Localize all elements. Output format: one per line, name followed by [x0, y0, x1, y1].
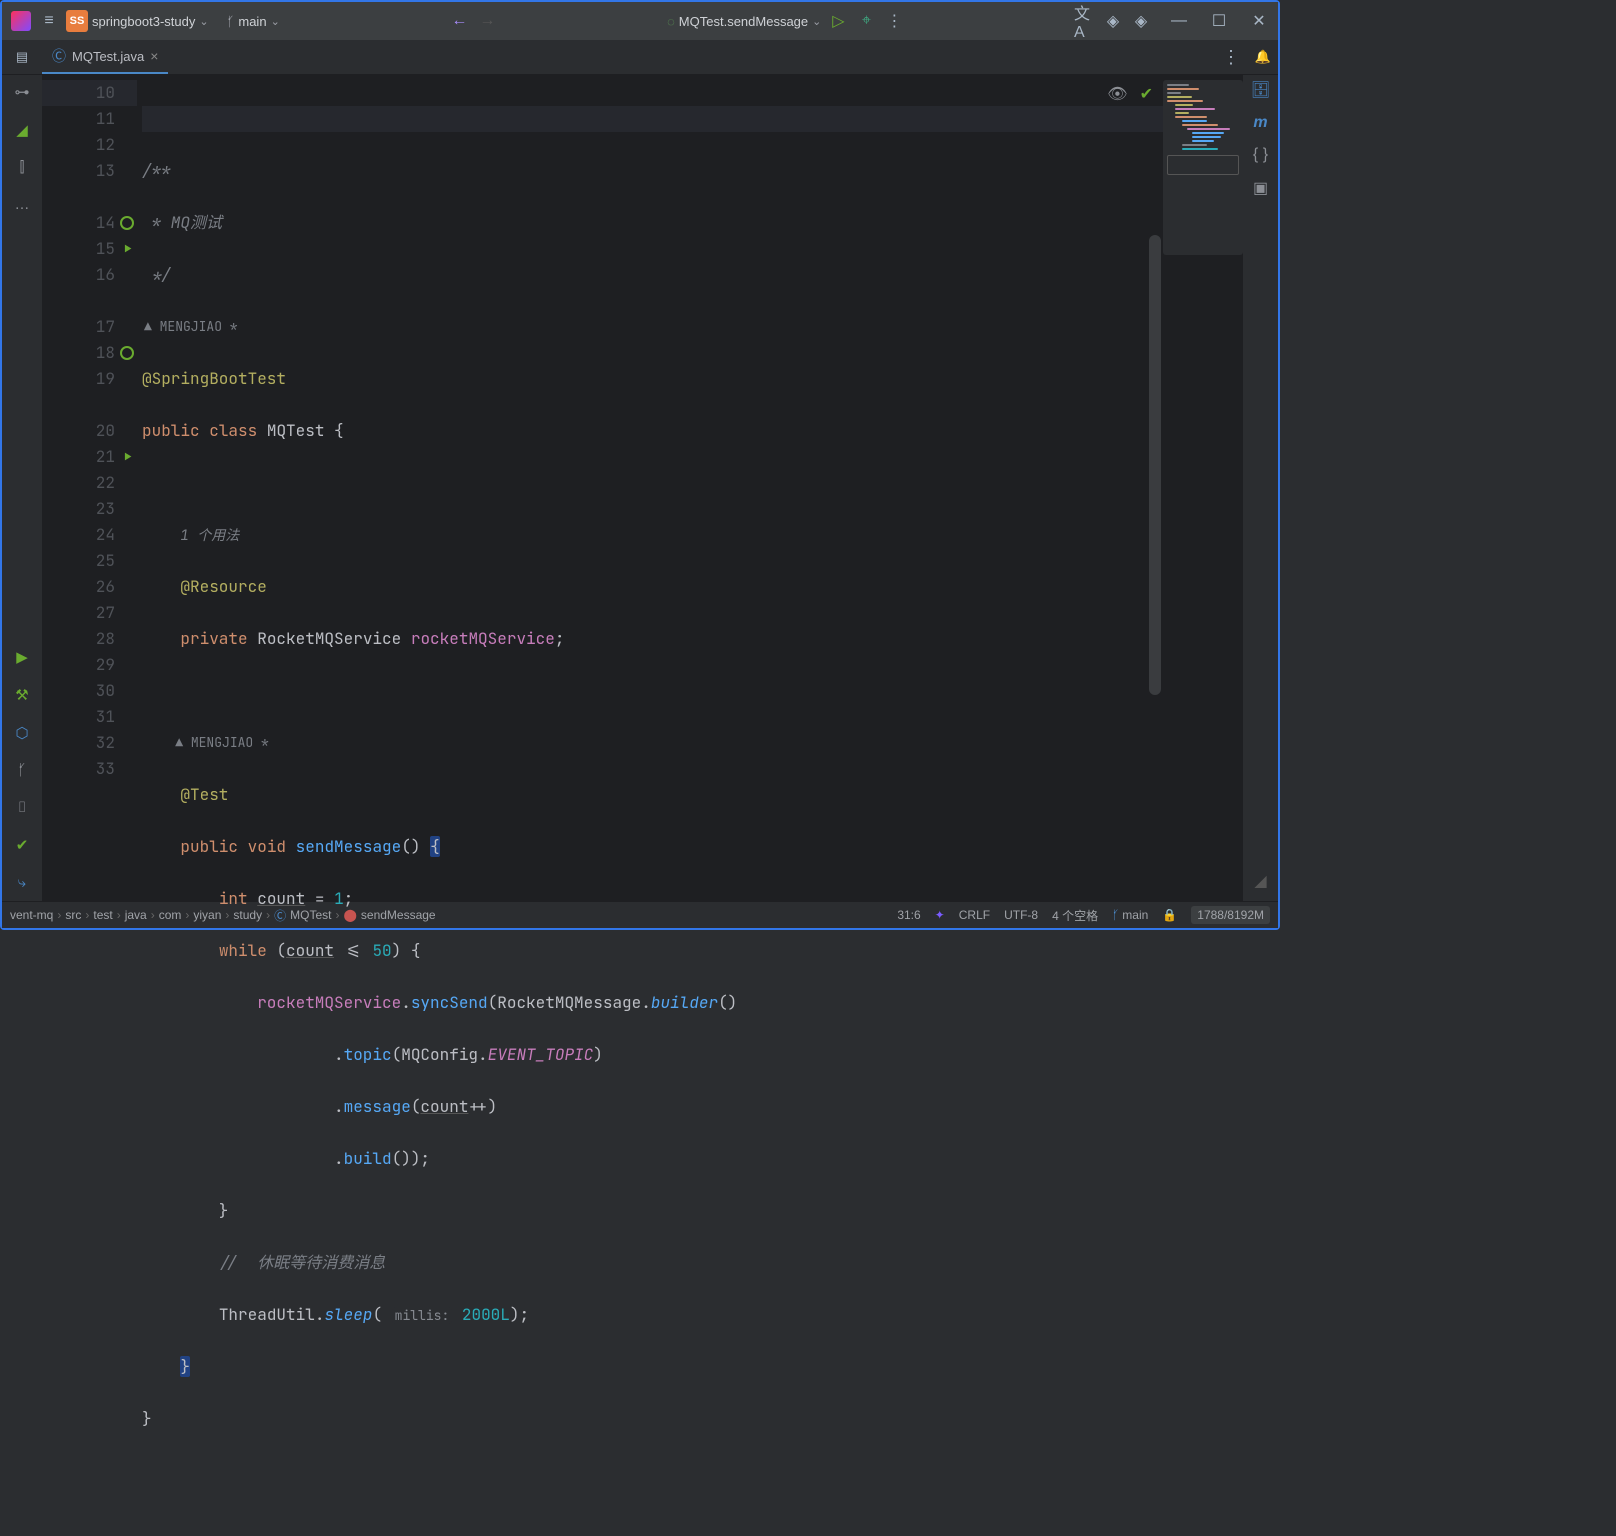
- project-badge-icon: SS: [66, 10, 88, 32]
- line-number: 10: [42, 80, 137, 106]
- code-area[interactable]: /** * MQ测试 */ ▲ MENGJIAO * @SpringBootTe…: [137, 75, 1243, 901]
- database-tool-icon[interactable]: 🗄: [1250, 80, 1270, 100]
- notifications-icon[interactable]: 🔔: [1248, 49, 1278, 65]
- line-number: 26: [42, 574, 137, 600]
- commit-tool-icon[interactable]: ⊶: [15, 83, 30, 101]
- app-logo-icon: [10, 10, 32, 32]
- tab-mqtest[interactable]: Ⓒ MQTest.java ×: [42, 40, 168, 74]
- minimize-button[interactable]: —: [1168, 10, 1190, 32]
- chevron-down-icon: ⌄: [812, 15, 821, 28]
- inspection-ok-icon[interactable]: ✔: [1140, 83, 1153, 104]
- more-actions-icon[interactable]: ⋮: [883, 10, 905, 32]
- line-number: 15: [42, 236, 137, 262]
- main-area: ⊶ ◢ ⫿ … ▶ ⚒ ⬡ ᚶ ⌷ ✔ ⤷ 10 11 12 13 14 15 …: [2, 75, 1278, 901]
- chevron-down-icon: ⌄: [271, 15, 280, 28]
- maven-tool-icon[interactable]: m: [1253, 114, 1267, 132]
- left-toolbar: ⊶ ◢ ⫿ … ▶ ⚒ ⬡ ᚶ ⌷ ✔ ⤷: [2, 75, 42, 901]
- line-number: 32: [42, 730, 137, 756]
- line-number: 29: [42, 652, 137, 678]
- line-number: 24: [42, 522, 137, 548]
- search-icon[interactable]: ◈: [1130, 10, 1152, 32]
- line-number: 20: [42, 418, 137, 444]
- line-number: 17: [42, 314, 137, 340]
- line-number: 27: [42, 600, 137, 626]
- reader-mode-icon[interactable]: 👁: [1107, 83, 1127, 104]
- run-tool-icon[interactable]: ▶: [16, 648, 28, 666]
- code-editor[interactable]: 10 11 12 13 14 15 16 17 18 19 20 21 22 2…: [42, 75, 1243, 901]
- line-number: 12: [42, 132, 137, 158]
- close-button[interactable]: ✕: [1248, 10, 1270, 32]
- line-number: 25: [42, 548, 137, 574]
- services-tool-icon[interactable]: ⬡: [15, 724, 28, 742]
- line-number: 14: [42, 210, 137, 236]
- debug-button[interactable]: ⌖: [855, 10, 877, 32]
- jrebel-icon[interactable]: ◢: [16, 121, 28, 139]
- line-number: [42, 184, 137, 210]
- titlebar: ≡ SS springboot3-study ⌄ ᚶ main ⌄ ← → ◌ …: [2, 2, 1278, 40]
- gutter: 10 11 12 13 14 15 16 17 18 19 20 21 22 2…: [42, 75, 137, 901]
- git-branch-icon[interactable]: ⤷: [18, 874, 26, 891]
- nav-forward-icon[interactable]: →: [476, 10, 498, 32]
- nav-back-icon[interactable]: ←: [448, 10, 470, 32]
- branch-selector[interactable]: ᚶ main ⌄: [227, 14, 280, 29]
- close-icon[interactable]: ×: [150, 48, 158, 64]
- translate-icon[interactable]: 文A: [1074, 10, 1096, 32]
- git-tool-icon[interactable]: ᚶ: [17, 762, 26, 779]
- jrebel-status-icon[interactable]: ◢: [1254, 871, 1266, 891]
- line-number: 31: [42, 704, 137, 730]
- line-number: 11: [42, 106, 137, 132]
- maximize-button[interactable]: ☐: [1208, 10, 1230, 32]
- tab-filename: MQTest.java: [72, 49, 144, 64]
- branch-icon: ᚶ: [227, 14, 235, 29]
- editor-inspections: 👁 ✔: [1107, 83, 1153, 104]
- right-toolbar: 🗄 m { } ▣ ◢: [1243, 75, 1278, 901]
- tab-options-icon[interactable]: ⋮: [1222, 47, 1240, 68]
- java-file-icon: Ⓒ: [52, 46, 66, 66]
- structure-tool-icon[interactable]: ⫿: [20, 159, 25, 176]
- line-number: 30: [42, 678, 137, 704]
- line-number: 18: [42, 340, 137, 366]
- code-with-me-icon[interactable]: ◈: [1102, 10, 1124, 32]
- project-selector[interactable]: SS springboot3-study ⌄: [66, 10, 209, 32]
- build-tool-icon[interactable]: ⚒: [15, 686, 28, 704]
- line-number: 33: [42, 756, 137, 782]
- line-number: [42, 288, 137, 314]
- project-tool-icon[interactable]: ▤: [2, 40, 42, 74]
- vertical-scrollbar[interactable]: [1149, 235, 1161, 695]
- line-number: 13: [42, 158, 137, 184]
- chevron-down-icon: ⌄: [199, 15, 208, 28]
- line-number: 21: [42, 444, 137, 470]
- line-number: 23: [42, 496, 137, 522]
- run-config-icon: ◌: [667, 14, 675, 29]
- ai-tool-icon[interactable]: ▣: [1253, 178, 1268, 198]
- line-number: [42, 392, 137, 418]
- line-number: 19: [42, 366, 137, 392]
- hamburger-icon[interactable]: ≡: [38, 10, 60, 32]
- run-button[interactable]: ▷: [827, 10, 849, 32]
- run-config-selector[interactable]: ◌ MQTest.sendMessage ⌄: [667, 14, 821, 29]
- line-number: 28: [42, 626, 137, 652]
- branch-name: main: [238, 14, 266, 29]
- json-tool-icon[interactable]: { }: [1253, 146, 1268, 164]
- terminal-icon[interactable]: ⌷: [17, 799, 26, 816]
- more-tool-icon[interactable]: …: [15, 196, 30, 213]
- minimap[interactable]: [1163, 80, 1243, 255]
- line-number: 16: [42, 262, 137, 288]
- editor-tabbar: ▤ Ⓒ MQTest.java × ⋮ 🔔: [2, 40, 1278, 75]
- project-name: springboot3-study: [92, 14, 195, 29]
- problems-icon[interactable]: ✔: [16, 836, 29, 854]
- line-number: 22: [42, 470, 137, 496]
- run-config-label: MQTest.sendMessage: [679, 14, 808, 29]
